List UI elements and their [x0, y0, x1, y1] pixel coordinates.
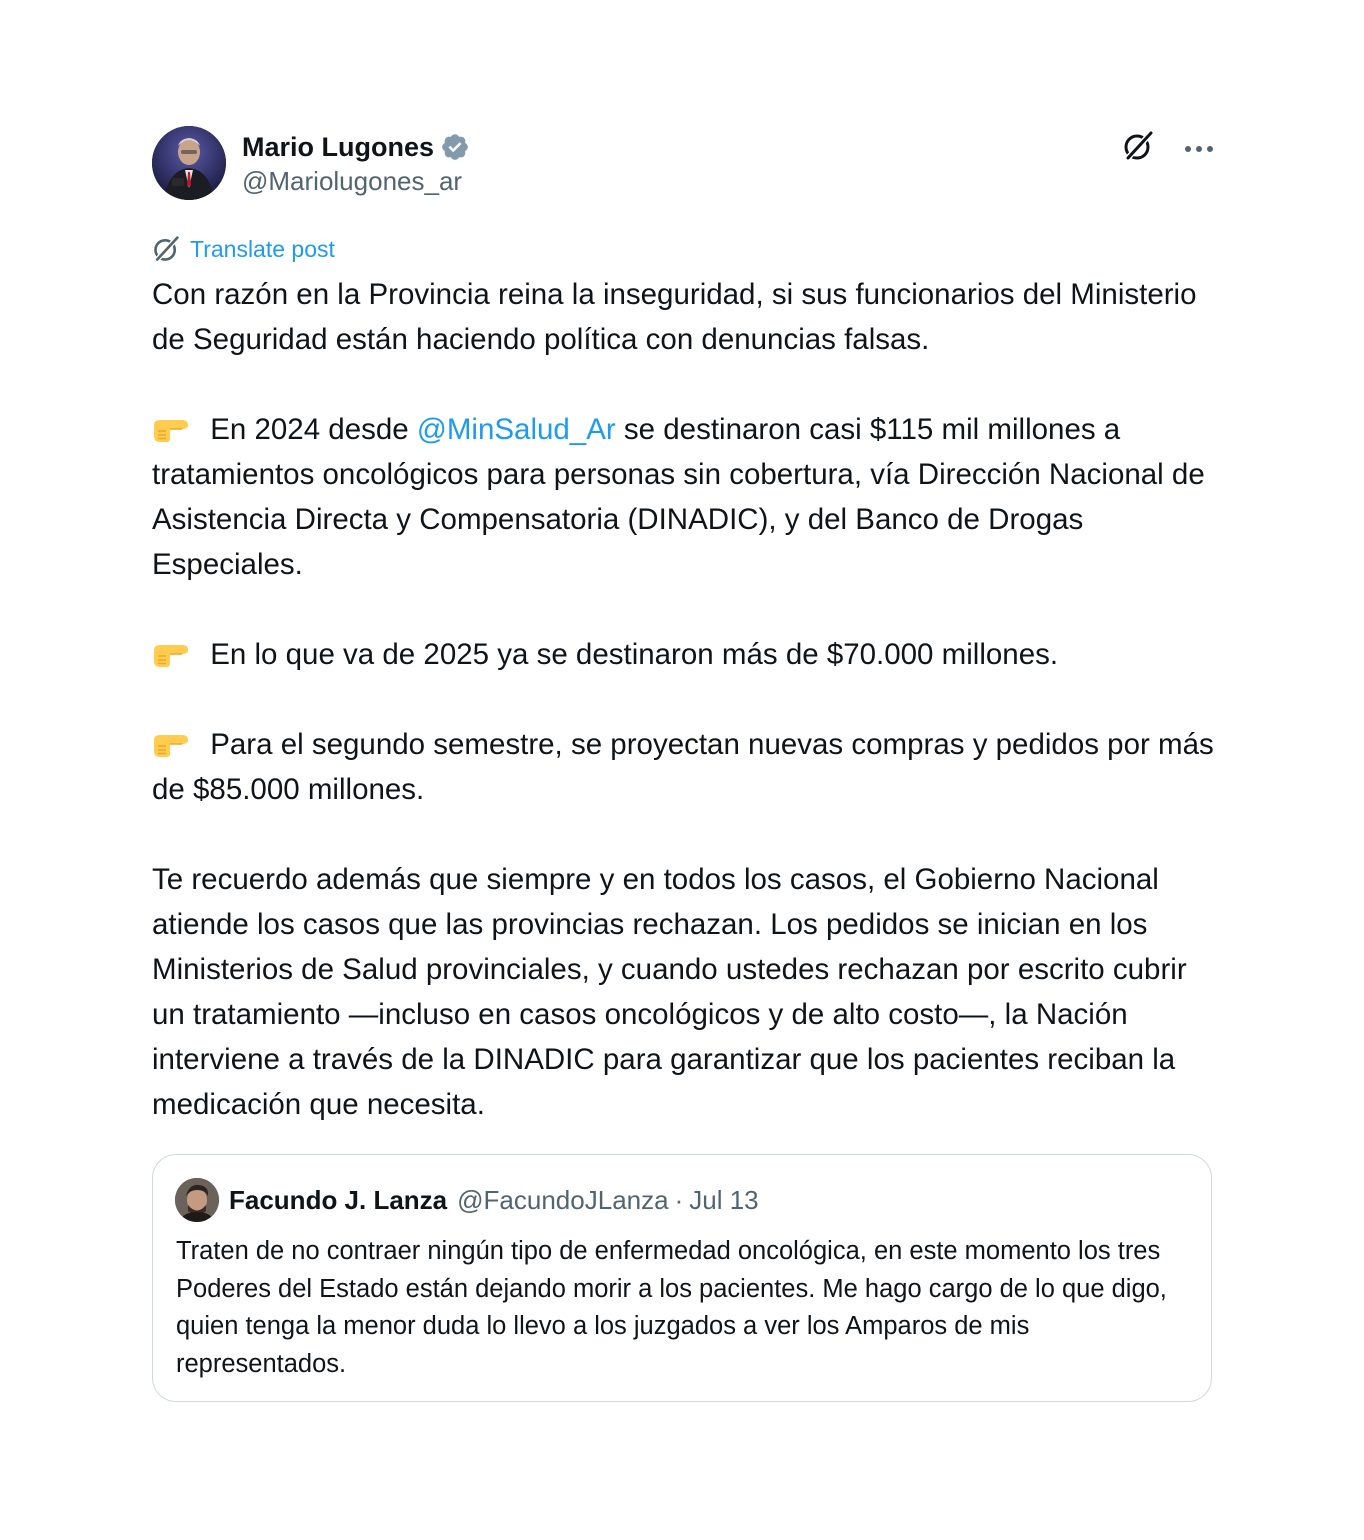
post-text-segment: Para el segundo semestre, se proyectan n…	[152, 728, 1214, 806]
more-icon[interactable]	[1184, 140, 1214, 158]
post-text: Con razón en la Provincia reina la inseg…	[152, 272, 1214, 1127]
pointing-right-emoji-icon	[152, 412, 190, 442]
quoted-author-name[interactable]: Facundo J. Lanza	[229, 1185, 447, 1216]
quoted-post-header: Facundo J. Lanza @FacundoJLanza · Jul 13	[175, 1177, 759, 1223]
author-info: Mario Lugones @Mariolugones_ar	[242, 130, 470, 197]
quoted-author-avatar[interactable]	[175, 1178, 219, 1222]
pointing-right-emoji-icon	[152, 727, 190, 757]
post-card: Mario Lugones @Mariolugones_ar Translate…	[152, 126, 1214, 1402]
post-paragraph: Para el segundo semestre, se proyectan n…	[152, 722, 1214, 812]
post-text-segment: En 2024 desde	[202, 413, 417, 446]
post-paragraph: En 2024 desde @MinSalud_Ar se destinaron…	[152, 407, 1214, 587]
translate-post-link[interactable]: Translate post	[190, 236, 335, 263]
author-avatar[interactable]	[152, 126, 226, 200]
verified-badge-icon[interactable]	[440, 132, 470, 162]
translate-icon	[152, 235, 180, 263]
post-paragraph: Te recuerdo además que siempre y en todo…	[152, 863, 1187, 1121]
quoted-post[interactable]: Facundo J. Lanza @FacundoJLanza · Jul 13…	[152, 1154, 1212, 1402]
translate-post[interactable]: Translate post	[152, 234, 1214, 264]
mention-link[interactable]: @MinSalud_Ar	[417, 413, 616, 446]
author-name[interactable]: Mario Lugones	[242, 132, 434, 163]
grok-icon[interactable]	[1122, 130, 1154, 167]
quoted-post-text: Traten de no contraer ningún tipo de enf…	[176, 1237, 1167, 1378]
header-actions	[1122, 130, 1214, 167]
pointing-right-emoji-icon	[152, 637, 190, 667]
post-header: Mario Lugones @Mariolugones_ar	[152, 126, 1214, 204]
post-paragraph: Con razón en la Provincia reina la inseg…	[152, 278, 1197, 356]
quoted-separator: ·	[674, 1184, 684, 1215]
post-paragraph: En lo que va de 2025 ya se destinaron má…	[152, 632, 1214, 677]
author-handle[interactable]: @Mariolugones_ar	[242, 166, 470, 197]
quoted-post-date[interactable]: Jul 13	[689, 1185, 758, 1216]
quoted-author-handle[interactable]: @FacundoJLanza	[457, 1185, 668, 1216]
author-name-row: Mario Lugones	[242, 130, 470, 164]
post-text-segment: En lo que va de 2025 ya se destinaron má…	[202, 638, 1059, 671]
